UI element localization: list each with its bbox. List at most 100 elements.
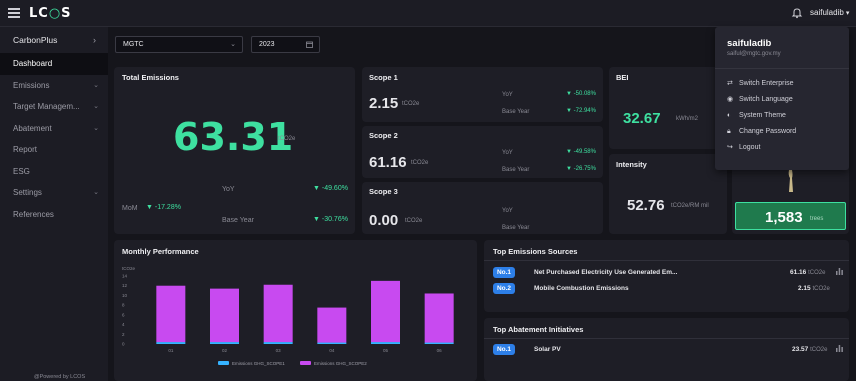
trees-value: 1,583 (765, 209, 803, 226)
app-logo[interactable]: LC○S (29, 6, 72, 21)
bar-scope2 (424, 293, 454, 343)
dropdown-email: saiful@mgtc.gov.my (727, 51, 781, 57)
bei-card: BEI 32.67 kWh/m2 (609, 67, 727, 149)
card-title: Top Emissions Sources (493, 247, 578, 256)
divider (715, 68, 849, 69)
trees-equivalent-box: 1,583 trees (735, 202, 846, 230)
dropdown-username: saifuladib (727, 38, 772, 49)
bei-unit: kWh/m2 (676, 116, 699, 122)
monthly-performance-chart: tCO2e0246810121401 02 03 04 05 06Emissions GH… (122, 266, 454, 366)
divider (484, 260, 849, 261)
sidebar-item-target-management[interactable]: Target Managem... ⌄ (0, 96, 108, 118)
powered-by-text: @Powered by LCOS (34, 374, 86, 380)
total-emissions-unit: tCO2e (278, 136, 296, 142)
chevron-down-icon: ⌄ (93, 189, 99, 196)
y-tick-label: 10 (122, 293, 128, 298)
intensity-card: Intensity 52.76 tCO2e/RM mil (609, 154, 727, 234)
source-name: Net Purchased Electricity Use Generated … (534, 269, 678, 276)
bar-chart-icon[interactable] (836, 268, 843, 275)
switch-language-item[interactable]: ◉ Switch Language (727, 93, 793, 107)
bar-scope2 (317, 307, 347, 343)
company-select[interactable]: MGTC ⌄ (115, 36, 243, 53)
card-title: Scope 2 (369, 131, 398, 140)
rank-badge: No.1 (493, 344, 515, 355)
sidebar-item-esg[interactable]: ESG (0, 161, 108, 183)
card-title: Intensity (616, 160, 647, 169)
base-year-label: Base Year (502, 167, 530, 173)
lock-icon: 🔒︎ (727, 128, 731, 135)
theme-icon: ◐ (727, 112, 732, 119)
card-title: Scope 1 (369, 73, 398, 82)
x-tick-label: 04 (329, 348, 335, 353)
y-tick-label: 14 (122, 274, 128, 279)
legend-item-scope2: Emissions GHG_SCOPE2 (314, 361, 367, 366)
chevron-down-icon: ⌄ (93, 103, 99, 110)
source-name: Mobile Combustion Emissions (534, 285, 629, 292)
sidebar-item-settings[interactable]: Settings ⌄ (0, 182, 108, 204)
calendar-icon (306, 41, 313, 48)
y-tick-label: 0 (122, 342, 125, 347)
bar-scope1 (371, 342, 400, 344)
logout-item[interactable]: ↪ Logout (727, 141, 760, 155)
legend-item-scope1: Emissions GHG_SCOPE1 (232, 361, 285, 366)
scope2-card: Scope 2 61.16 tCO2e YoY ▼ -49.58% Base Y… (362, 126, 603, 178)
yoy-label: YoY (222, 186, 235, 193)
sidebar-item-report[interactable]: Report (0, 139, 108, 161)
x-tick-label: 05 (383, 348, 389, 353)
base-year-label: Base Year (222, 217, 254, 224)
scope2-unit: tCO2e (411, 160, 429, 166)
base-year-label: Base Year (502, 225, 530, 231)
divider (484, 338, 849, 339)
card-title: Total Emissions (122, 73, 179, 82)
monthly-performance-card: Monthly Performance tCO2e 0 2 4 6 8 10 12 14 01 02… (114, 240, 477, 381)
card-title: BEI (616, 73, 629, 82)
sidebar-item-references[interactable]: References (0, 204, 108, 226)
switch-icon: ⇄ (727, 80, 733, 87)
y-tick-label: 2 (122, 332, 125, 337)
y-tick-label: 8 (122, 303, 125, 308)
sidebar-item-dashboard[interactable]: Dashboard (0, 53, 108, 75)
intensity-unit: tCO2e/RM mil (671, 203, 709, 209)
x-tick-label: 06 (437, 348, 443, 353)
scope2-value: 61.16 (369, 154, 407, 171)
yoy-label: YoY (502, 150, 513, 156)
scope3-unit: tCO2e (405, 218, 423, 224)
system-theme-item[interactable]: ◐ System Theme (727, 109, 786, 123)
abatement-value: 23.57 tCO2e (792, 346, 828, 353)
sidebar-item-emissions[interactable]: Emissions ⌄ (0, 75, 108, 97)
mom-label: MoM (122, 205, 138, 212)
bar-chart-icon[interactable] (836, 345, 843, 352)
base-year-value: ▼ -26.75% (566, 166, 596, 172)
x-tick-label: 03 (276, 348, 282, 353)
total-emissions-card: Total Emissions 63.31 tCO2e MoM ▼ -17.28… (114, 67, 355, 234)
bar-scope2 (263, 284, 293, 343)
source-value: 2.15 tCO2e (798, 285, 830, 292)
yoy-label: YoY (502, 208, 513, 214)
sidebar-item-abatement[interactable]: Abatement ⌄ (0, 118, 108, 140)
base-year-value: ▼ -72.94% (566, 108, 596, 114)
chevron-down-icon: ⌄ (93, 81, 99, 89)
sidebar-brand-switch[interactable]: CarbonPlus › (0, 27, 108, 53)
year-picker[interactable]: 2023 (251, 36, 320, 53)
mom-value: ▼ -17.28% (146, 204, 181, 211)
base-year-value: ▼ -30.76% (313, 216, 348, 223)
y-tick-label: 6 (122, 312, 125, 317)
switch-enterprise-item[interactable]: ⇄ Switch Enterprise (727, 77, 793, 91)
scope1-unit: tCO2e (402, 101, 420, 107)
bar-scope1 (156, 342, 186, 344)
menu-toggle-icon[interactable] (8, 8, 20, 18)
notification-bell-icon[interactable] (791, 7, 803, 19)
chevron-down-icon: ⌄ (230, 41, 236, 48)
card-title: Top Abatement Initiatives (493, 325, 584, 334)
chevron-down-icon: ⌄ (93, 124, 99, 132)
y-axis-label: tCO2e (122, 266, 136, 271)
legend-swatch (218, 361, 229, 365)
abatement-name: Solar PV (534, 346, 561, 353)
card-title: Monthly Performance (122, 247, 199, 256)
x-tick-label: 01 (168, 348, 174, 353)
user-menu-button[interactable]: saifuladib ▾ (810, 8, 849, 17)
bar-scope2 (210, 288, 239, 343)
yoy-value: ▼ -49.60% (313, 185, 348, 192)
bei-value: 32.67 (623, 110, 661, 127)
change-password-item[interactable]: 🔒︎ Change Password (727, 125, 796, 139)
